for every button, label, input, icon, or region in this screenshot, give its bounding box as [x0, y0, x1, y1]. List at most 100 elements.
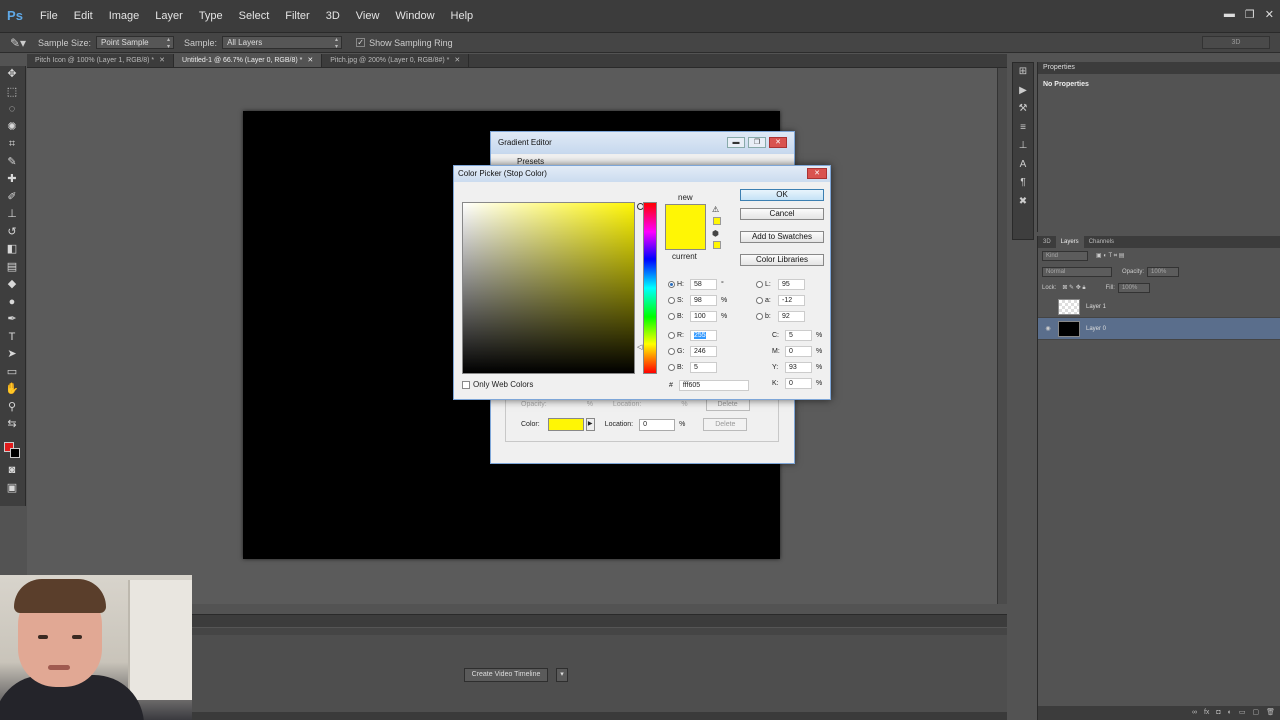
fx-icon[interactable]: fx [1204, 706, 1209, 720]
screen-mode-icon[interactable]: ▣ [0, 480, 24, 498]
clone-stamp-icon[interactable]: ⊥ [0, 206, 24, 224]
lab-l-radio[interactable] [756, 281, 763, 288]
sample-select[interactable]: All Layers [222, 36, 343, 50]
eye-icon[interactable]: ◉ [1038, 325, 1058, 332]
character-icon[interactable]: A [1013, 156, 1033, 175]
hand-tool-icon[interactable]: ✋ [0, 381, 24, 399]
hex-input[interactable]: fff605 [678, 380, 749, 391]
quick-mask-icon[interactable]: ◙ [0, 462, 24, 480]
hue-radio[interactable] [668, 281, 675, 288]
close-icon[interactable]: ✕ [807, 168, 827, 179]
gamut-warning-icon[interactable]: ⚠ [712, 205, 719, 214]
layer-row-layer-1[interactable]: Layer 1 [1038, 296, 1280, 318]
menu-layer[interactable]: Layer [147, 0, 191, 33]
restore-icon[interactable]: ❐ [1245, 8, 1255, 21]
type-tool-icon[interactable]: T [0, 329, 24, 347]
lock-icons[interactable]: ⊠ ✎ ✥ 🔒︎ [1062, 284, 1085, 292]
green-input[interactable]: 246 [690, 346, 717, 357]
crop-tool-icon[interactable]: ⌗ [0, 136, 24, 154]
black-input[interactable]: 0 [785, 378, 812, 389]
yellow-input[interactable]: 93 [785, 362, 812, 373]
menu-select[interactable]: Select [231, 0, 278, 33]
menu-type[interactable]: Type [191, 0, 231, 33]
eyedropper-tool-icon[interactable]: ✎▾ [10, 36, 32, 50]
paragraph-icon[interactable]: ¶ [1013, 174, 1033, 193]
minimize-icon[interactable]: ▬ [1224, 8, 1235, 21]
sample-size-select[interactable]: Point Sample [96, 36, 175, 50]
brush-presets-icon[interactable]: ≡ [1013, 119, 1033, 138]
brush-tool-icon[interactable]: ✐ [0, 189, 24, 207]
green-radio[interactable] [668, 348, 675, 355]
swap-colors-icon[interactable]: ⇆ [0, 416, 24, 434]
minimize-icon[interactable]: ▬ [727, 137, 745, 148]
current-color-preview[interactable] [665, 227, 706, 250]
blue-input[interactable]: 5 [690, 362, 717, 373]
delete-color-stop-button[interactable]: Delete [703, 418, 748, 431]
red-radio[interactable] [668, 332, 675, 339]
web-safe-cube-icon[interactable]: ⬢ [712, 229, 719, 238]
close-icon[interactable]: ✕ [1265, 8, 1274, 21]
eyedropper-icon[interactable]: ✎ [0, 154, 24, 172]
background-color-swatch[interactable] [10, 448, 20, 458]
history-brush-icon[interactable]: ↺ [0, 224, 24, 242]
tab-pitch-icon[interactable]: Pitch Icon @ 100% (Layer 1, RGB/8) * ✕ [27, 54, 175, 67]
fill-input[interactable]: 100% [1117, 283, 1150, 293]
color-menu-arrow-icon[interactable]: ▶ [585, 418, 595, 431]
tab-layers[interactable]: Layers [1055, 236, 1084, 248]
shape-tool-icon[interactable]: ▭ [0, 364, 24, 382]
lab-b-input[interactable]: 92 [778, 311, 805, 322]
blur-tool-icon[interactable]: ◆ [0, 276, 24, 294]
actions-icon[interactable]: ▶ [1013, 82, 1033, 101]
tools-presets-icon[interactable]: ✖ [1013, 193, 1033, 212]
filter-icons[interactable]: ▣ ◐ T ⌗ ▤ [1096, 252, 1124, 260]
web-safe-swatch[interactable] [713, 241, 721, 249]
lasso-tool-icon[interactable]: ◌ [0, 101, 24, 119]
cancel-button[interactable]: Cancel [740, 208, 824, 220]
group-icon[interactable]: ▭ [1239, 706, 1246, 720]
lab-a-input[interactable]: -12 [778, 295, 805, 306]
ok-button[interactable]: OK [740, 189, 824, 201]
properties-title[interactable]: Properties [1038, 62, 1280, 74]
menu-image[interactable]: Image [101, 0, 148, 33]
add-to-swatches-button[interactable]: Add to Swatches [740, 231, 824, 243]
hue-slider[interactable] [643, 202, 657, 374]
lab-b-radio[interactable] [756, 313, 763, 320]
red-input[interactable]: 255 [690, 330, 717, 341]
workspace-selector[interactable]: 3D [1202, 36, 1270, 49]
zoom-tool-icon[interactable]: ⚲ [0, 399, 24, 417]
opacity-input[interactable]: 100% [1147, 267, 1180, 277]
lab-l-input[interactable]: 95 [778, 279, 805, 290]
brightness-input[interactable]: 100 [690, 311, 717, 322]
quick-select-tool-icon[interactable]: ✺ [0, 119, 24, 137]
hue-input[interactable]: 58 [690, 279, 717, 290]
add-mask-icon[interactable]: ◘ [1216, 706, 1220, 720]
tab-channels[interactable]: Channels [1084, 236, 1119, 248]
history-icon[interactable]: ⊞ [1013, 63, 1033, 82]
tab-untitled-1[interactable]: Untitled-1 @ 66.7% (Layer 0, RGB/8) * ✕ [174, 54, 323, 67]
menu-file[interactable]: File [32, 0, 66, 33]
only-web-colors-checkbox[interactable] [462, 380, 470, 389]
tab-3d[interactable]: 3D [1038, 236, 1056, 248]
clone-source-icon[interactable]: ⊥ [1013, 137, 1033, 156]
path-select-icon[interactable]: ➤ [0, 346, 24, 364]
stop-color-swatch[interactable] [547, 418, 584, 431]
saturation-brightness-field[interactable] [462, 202, 644, 374]
adjustment-layer-icon[interactable]: ◐ [1228, 706, 1232, 720]
menu-help[interactable]: Help [443, 0, 482, 33]
marquee-tool-icon[interactable]: ⬚ [0, 84, 24, 102]
close-icon[interactable]: ✕ [769, 137, 787, 148]
canvas-vertical-scrollbar[interactable] [997, 68, 1007, 604]
color-libraries-button[interactable]: Color Libraries [740, 254, 824, 266]
create-video-timeline-button[interactable]: Create Video Timeline [464, 668, 548, 682]
brightness-radio[interactable] [668, 313, 675, 320]
kind-filter-select[interactable]: Kind [1042, 251, 1088, 261]
tab-pitch-jpg[interactable]: Pitch.jpg @ 200% (Layer 0, RGB/8#) * ✕ [322, 54, 470, 67]
trash-icon[interactable]: 🗑︎ [1266, 706, 1275, 720]
blend-mode-select[interactable]: Normal [1042, 267, 1112, 277]
cyan-input[interactable]: 5 [785, 330, 812, 341]
show-sampling-ring-checkbox[interactable]: ✓ [356, 38, 366, 47]
menu-filter[interactable]: Filter [277, 0, 317, 33]
dodge-tool-icon[interactable]: ● [0, 294, 24, 312]
menu-edit[interactable]: Edit [66, 0, 101, 33]
hue-slider-arrow-icon[interactable]: ◁ [637, 343, 642, 351]
